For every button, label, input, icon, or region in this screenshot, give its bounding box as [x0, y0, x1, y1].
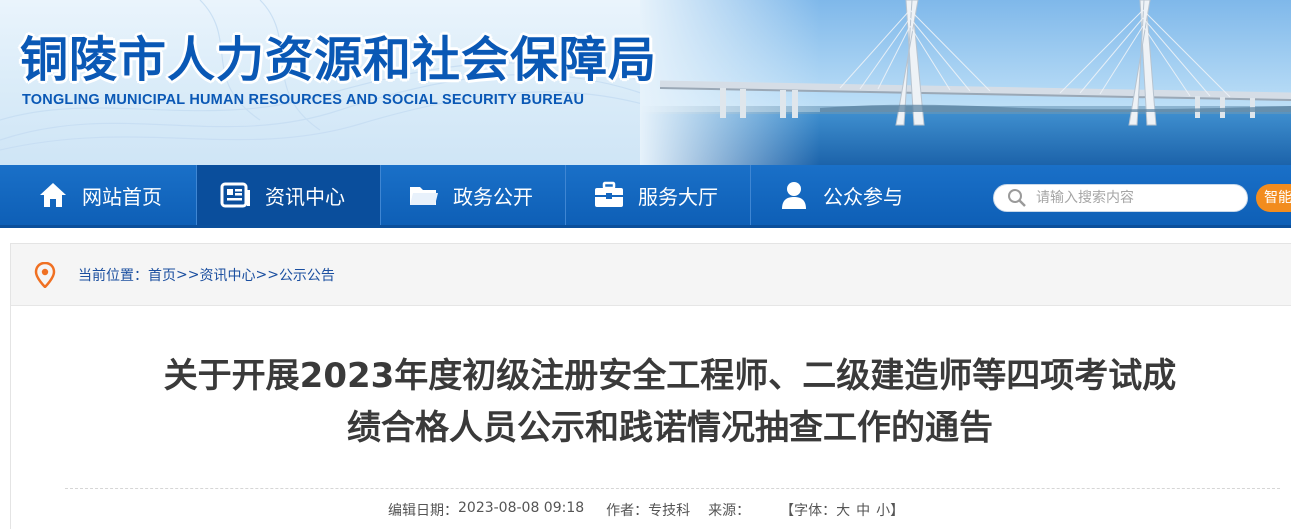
article-title: 关于开展2023年度初级注册安全工程师、二级建造师等四项考试成 绩合格人员公示和…	[40, 350, 1291, 454]
search-icon[interactable]	[1006, 187, 1028, 209]
home-icon	[36, 178, 70, 212]
divider	[65, 488, 1280, 489]
nav-label-service-hall: 服务大厅	[638, 184, 718, 209]
nav-label-news: 资讯中心	[265, 184, 345, 209]
search-box	[993, 184, 1248, 212]
font-size-label: 【字体：	[780, 503, 837, 519]
date-label: 编辑日期：	[388, 503, 458, 519]
header-banner: 铜陵市人力资源和社会保障局 TONGLING MUNICIPAL HUMAN R…	[0, 0, 1291, 165]
search-input[interactable]	[1036, 186, 1236, 210]
article-title-line-2: 绩合格人员公示和践诺情况抽查工作的通告	[347, 408, 993, 448]
article-meta: 编辑日期： 2023-08-08 09:18 作者： 专技科 来源： 【字体： …	[388, 500, 904, 520]
article-title-line-1: 关于开展2023年度初级注册安全工程师、二级建造师等四项考试成	[163, 356, 1177, 396]
nav-item-public-participation[interactable]: 公众参与	[751, 165, 935, 225]
source-label: 来源：	[708, 503, 751, 519]
font-size-close: 】	[890, 503, 905, 519]
breadcrumb: 当前位置： 首页 >> 资讯中心 >> 公示公告	[11, 244, 1291, 306]
breadcrumb-prefix: 当前位置：	[78, 267, 148, 284]
font-size-large-button[interactable]: 大	[836, 500, 850, 520]
font-size-small-button[interactable]: 小	[876, 500, 890, 520]
site-title: 铜陵市人力资源和社会保障局	[20, 32, 658, 88]
publish-date: 2023-08-08 09:18	[458, 500, 585, 516]
breadcrumb-item-announcements[interactable]: 公示公告	[279, 265, 335, 285]
nav-label-home: 网站首页	[82, 184, 162, 209]
folder-icon	[407, 178, 441, 212]
site-subtitle: TONGLING MUNICIPAL HUMAN RESOURCES AND S…	[22, 92, 585, 108]
author-label: 作者：	[606, 503, 649, 519]
breadcrumb-item-news[interactable]: 资讯中心	[199, 265, 255, 285]
news-icon	[219, 178, 253, 212]
briefcase-icon	[592, 178, 626, 212]
nav-item-news[interactable]: 资讯中心	[197, 165, 380, 225]
breadcrumb-separator: >>	[255, 266, 279, 283]
font-size-medium-button[interactable]: 中	[856, 500, 870, 520]
nav-label-public-participation: 公众参与	[823, 184, 903, 209]
nav-label-gov-affairs: 政务公开	[453, 184, 533, 209]
breadcrumb-item-home[interactable]: 首页	[148, 265, 176, 285]
author: 专技科	[648, 503, 691, 519]
nav-item-home[interactable]: 网站首页	[30, 165, 195, 225]
breadcrumb-separator: >>	[176, 266, 200, 283]
nav-item-gov-affairs[interactable]: 政务公开	[381, 165, 565, 225]
smart-search-button[interactable]: 智能	[1256, 184, 1291, 212]
user-icon	[777, 178, 811, 212]
location-pin-icon	[34, 261, 56, 288]
nav-item-service-hall[interactable]: 服务大厅	[566, 165, 750, 225]
